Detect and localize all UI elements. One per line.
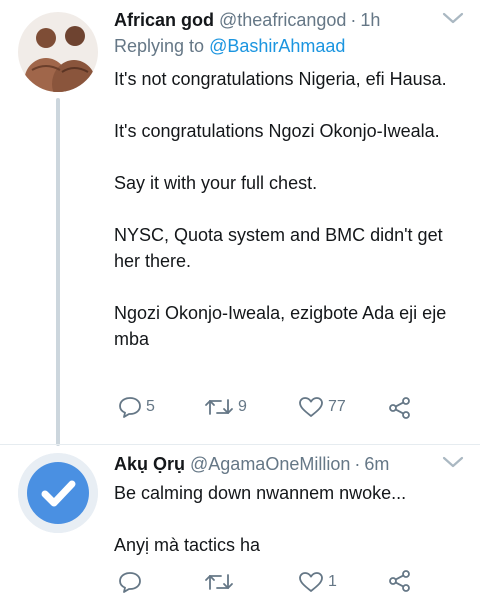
like-count: 77: [328, 398, 346, 415]
retweet-icon: [205, 399, 233, 415]
separator-dot: ·: [354, 454, 361, 474]
tweet-2[interactable]: Akụ Ọrụ @AgamaOneMillion · 6m Be calming…: [0, 445, 480, 593]
share-icon: [389, 397, 410, 419]
reply-button[interactable]: [118, 571, 142, 593]
separator-dot: ·: [350, 10, 357, 30]
reply-icon: [119, 397, 141, 418]
tweet-text: Be calming down nwannem nwoke...: [114, 483, 407, 503]
tweet-1[interactable]: African god @theafricangod · 1h Replying…: [0, 0, 480, 446]
tweet-text: It's not congratulations Nigeria, efi Ha…: [114, 69, 447, 89]
share-icon: [389, 570, 410, 592]
tweet-text: Ngozi Okonjo-Iweala, ezigbote Ada eji ej…: [114, 303, 447, 349]
retweet-button[interactable]: [204, 571, 234, 593]
tweet-text: Anyị mà tactics ha: [114, 535, 261, 555]
avatar[interactable]: [18, 12, 98, 92]
display-name[interactable]: African god: [114, 8, 214, 32]
replying-to: Replying to @BashirAhmaad: [114, 34, 464, 58]
tweet-header: African god @theafricangod · 1h: [114, 8, 464, 32]
share-button[interactable]: [388, 569, 412, 593]
reply-icon: [119, 572, 141, 593]
chevron-down-icon[interactable]: [442, 10, 464, 26]
like-count: 1: [328, 573, 337, 590]
avatar[interactable]: [18, 453, 98, 533]
like-button[interactable]: 1: [298, 571, 337, 593]
tweet-text: It's congratulations Ngozi Okonjo-Iweala…: [114, 121, 440, 141]
tweet-text: NYSC, Quota system and BMC didn't get he…: [114, 225, 443, 271]
checkmark-icon: [18, 453, 98, 533]
tweet-header: Akụ Ọrụ @AgamaOneMillion · 6m: [114, 452, 464, 476]
retweet-icon: [205, 574, 233, 590]
tweet-text: Say it with your full chest.: [114, 173, 318, 193]
heart-icon: [299, 397, 323, 417]
reply-button[interactable]: 5: [118, 396, 155, 418]
replying-to-label: Replying to: [114, 36, 205, 56]
like-button[interactable]: 77: [298, 396, 346, 418]
mention-link[interactable]: @BashirAhmaad: [209, 36, 345, 56]
user-handle[interactable]: @theafricangod: [219, 8, 346, 32]
user-handle[interactable]: @AgamaOneMillion: [190, 452, 350, 476]
profile-photo-icon: [18, 12, 98, 92]
thread-line: [56, 98, 60, 446]
retweet-count: 9: [238, 398, 247, 415]
tweet-body: Be calming down nwannem nwoke... Anyị mà…: [114, 480, 464, 558]
display-name[interactable]: Akụ Ọrụ: [114, 452, 185, 476]
timestamp[interactable]: 6m: [364, 452, 389, 476]
tweet-body: It's not congratulations Nigeria, efi Ha…: [114, 66, 464, 352]
retweet-button[interactable]: 9: [204, 396, 247, 418]
heart-icon: [299, 572, 323, 592]
chevron-down-icon[interactable]: [442, 454, 464, 470]
share-button[interactable]: [388, 396, 412, 420]
reply-count: 5: [146, 398, 155, 415]
timestamp[interactable]: 1h: [360, 8, 380, 32]
